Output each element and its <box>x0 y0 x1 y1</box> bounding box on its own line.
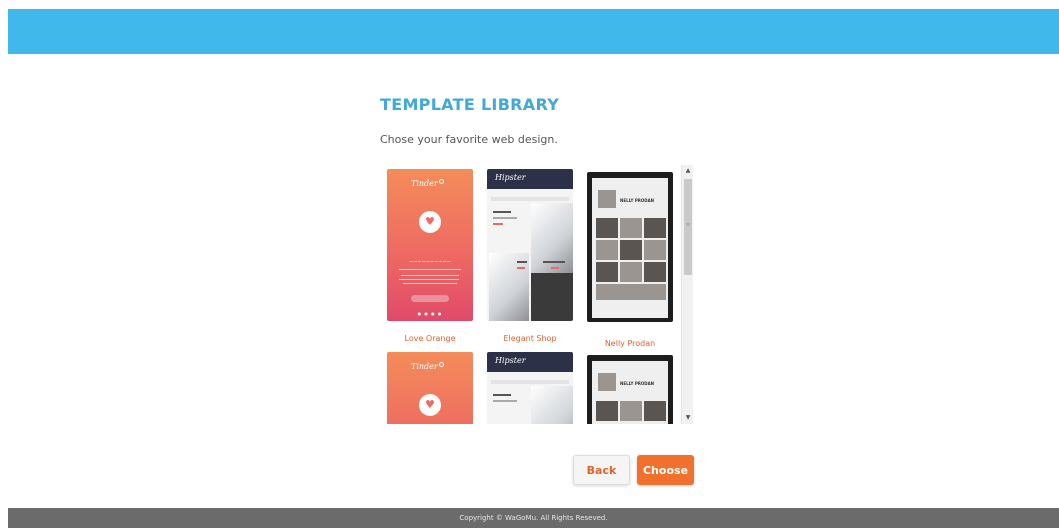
gallery-tile <box>598 373 616 391</box>
pager-dots: ● ● ● ● <box>417 311 443 316</box>
grip-icon: ≡ <box>686 222 691 228</box>
triangle-up-icon[interactable]: ▲ <box>682 165 694 177</box>
product-image <box>531 386 573 424</box>
thumbnail-page: NELLY PRODAN <box>592 178 668 318</box>
text-line <box>493 394 511 396</box>
gallery-tile <box>596 218 618 238</box>
template-card-elegant-shop-2[interactable]: Hipster <box>487 352 577 424</box>
gallery-tile <box>620 401 642 421</box>
template-thumbnail[interactable]: NELLY PRODAN <box>587 355 673 424</box>
gallery-tile <box>644 401 666 421</box>
flame-icon <box>439 179 444 184</box>
template-thumbnail[interactable]: Tinder ♥ <box>387 352 473 424</box>
heart-icon: ♥ <box>425 215 435 228</box>
gallery-tile <box>620 218 642 238</box>
template-thumbnail[interactable]: Hipster <box>487 169 573 321</box>
thumbnail-tagline: ~~~~~~~~~~ <box>409 259 451 265</box>
top-header-bar <box>8 9 1059 54</box>
choose-button[interactable]: Choose <box>637 455 694 485</box>
text-line <box>399 279 459 280</box>
gallery-tile <box>644 218 666 238</box>
template-card-love-orange-2[interactable]: Tinder ♥ <box>387 352 477 424</box>
thumbnail-brand: Tinder <box>411 362 438 371</box>
back-button[interactable]: Back <box>573 455 630 485</box>
text-line <box>543 261 565 263</box>
template-library-panel: TEMPLATE LIBRARY Chose your favorite web… <box>380 95 700 146</box>
price-line <box>551 267 559 269</box>
text-line <box>517 261 527 263</box>
thumbnail-brand: Hipster <box>495 173 526 182</box>
triangle-down-icon[interactable]: ▼ <box>682 412 694 424</box>
search-bar <box>491 380 569 384</box>
thumbnail-button <box>411 295 449 302</box>
chat-bubble-icon: ♥ <box>419 211 441 233</box>
footer: Copyright © WaGoMu. All Rights Reseved. <box>8 508 1059 528</box>
gallery-tile <box>596 401 618 421</box>
heart-icon: ♥ <box>425 398 435 411</box>
template-card-nelly-prodan[interactable]: NELLY PRODAN Nelly Prodan <box>587 172 677 352</box>
template-card-love-orange[interactable]: Tinder ♥ ~~~~~~~~~~ ● ● ● ● Love Orange <box>387 169 477 349</box>
flame-icon <box>439 362 444 367</box>
text-line <box>493 217 517 219</box>
page-subtitle: Chose your favorite web design. <box>380 133 558 146</box>
template-card-elegant-shop[interactable]: Hipster Elegant Shop <box>487 169 577 349</box>
chat-bubble-icon: ♥ <box>419 394 441 416</box>
text-line <box>401 275 459 276</box>
template-thumbnail[interactable]: NELLY PRODAN <box>587 172 673 322</box>
template-name[interactable]: Elegant Shop <box>487 334 573 343</box>
product-image <box>531 273 573 321</box>
text-line <box>399 269 461 270</box>
copyright-text: Copyright © WaGoMu. All Rights Reseved. <box>459 514 608 522</box>
price-line <box>493 223 503 225</box>
text-line <box>493 400 517 402</box>
gallery-tile <box>596 284 666 300</box>
thumbnail-brand: NELLY PRODAN <box>620 381 655 386</box>
thumbnail-brand: NELLY PRODAN <box>620 198 655 203</box>
thumbnail-brand: Hipster <box>495 356 526 365</box>
page-title: TEMPLATE LIBRARY <box>380 95 560 114</box>
gallery-tile <box>644 240 666 260</box>
price-line <box>517 267 525 269</box>
gallery-tile <box>596 262 618 282</box>
gallery-tile <box>620 240 642 260</box>
text-line <box>493 211 511 213</box>
template-name[interactable]: Love Orange <box>387 334 473 343</box>
thumbnail-header: Hipster <box>487 352 573 372</box>
gallery-tile <box>596 240 618 260</box>
gallery-scrollbar[interactable]: ▲ ≡ ▼ <box>681 165 693 424</box>
template-thumbnail[interactable]: Tinder ♥ ~~~~~~~~~~ ● ● ● ● <box>387 169 473 321</box>
template-name[interactable]: Nelly Prodan <box>587 339 673 348</box>
gallery-tile <box>644 262 666 282</box>
thumbnail-header: Hipster <box>487 169 573 189</box>
text-line <box>403 283 457 284</box>
template-card-nelly-prodan-2[interactable]: NELLY PRODAN <box>587 355 677 424</box>
gallery-tile <box>620 262 642 282</box>
gallery-tile <box>598 190 616 208</box>
scrollbar-thumb[interactable]: ≡ <box>684 179 692 275</box>
search-bar <box>491 197 569 201</box>
template-gallery: Tinder ♥ ~~~~~~~~~~ ● ● ● ● Love Orange … <box>380 165 693 424</box>
thumbnail-brand: Tinder <box>411 179 438 188</box>
product-image <box>489 253 529 321</box>
template-thumbnail[interactable]: Hipster <box>487 352 573 424</box>
thumbnail-page: NELLY PRODAN <box>592 361 668 424</box>
